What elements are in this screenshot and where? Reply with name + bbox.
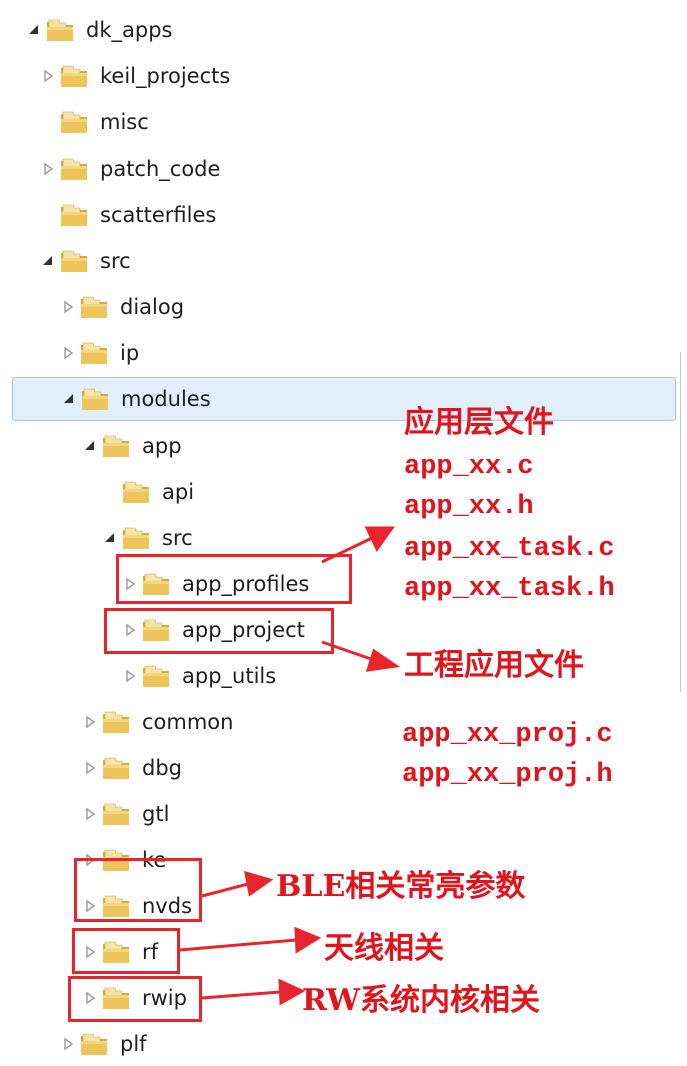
collapsed-arrow-icon[interactable] — [58, 1037, 78, 1051]
rf-note: 天线相关 — [324, 931, 444, 966]
folder-icon — [122, 526, 150, 550]
collapsed-arrow-icon[interactable] — [80, 715, 100, 729]
expanded-arrow-icon[interactable] — [80, 439, 100, 453]
tree-item-app[interactable]: app — [80, 424, 182, 468]
tree-item-src[interactable]: src — [38, 239, 131, 283]
collapsed-arrow-icon[interactable] — [58, 300, 78, 314]
tree-item-label: app — [142, 434, 182, 458]
app-layer-file: app_xx.c — [404, 452, 534, 482]
tree-item-misc[interactable]: misc — [38, 100, 149, 144]
tree-item-label: scatterfiles — [100, 203, 217, 227]
folder-icon — [142, 664, 170, 688]
tree-item-common[interactable]: common — [80, 700, 233, 744]
tree-item-label: src — [162, 526, 193, 550]
folder-icon — [60, 203, 88, 227]
expanded-arrow-icon[interactable] — [24, 23, 44, 37]
tree-item-api[interactable]: api — [100, 470, 194, 514]
folder-icon — [80, 1032, 108, 1056]
expanded-arrow-icon[interactable] — [38, 254, 58, 268]
folder-icon — [102, 434, 130, 458]
tree-item-ip[interactable]: ip — [58, 331, 139, 375]
tree-item-plf[interactable]: plf — [58, 1022, 147, 1066]
tree-item-app-utils[interactable]: app_utils — [120, 654, 276, 698]
tree-item-scatterfiles[interactable]: scatterfiles — [38, 193, 216, 237]
project-layer-title: 工程应用文件 — [404, 648, 584, 683]
folder-icon — [102, 756, 130, 780]
highlight-box-rf — [72, 928, 180, 974]
scrollbar-edge[interactable] — [680, 352, 681, 692]
tree-item-label: plf — [120, 1032, 147, 1056]
folder-icon — [80, 295, 108, 319]
folder-icon — [46, 18, 74, 42]
folder-icon — [122, 480, 150, 504]
folder-icon — [60, 249, 88, 273]
highlight-box-app-project — [104, 608, 334, 654]
tree-item-label: dbg — [142, 756, 182, 780]
collapsed-arrow-icon[interactable] — [80, 761, 100, 775]
folder-icon — [102, 710, 130, 734]
tree-item-label: misc — [100, 110, 149, 134]
expanded-arrow-icon[interactable] — [59, 392, 79, 406]
tree-item-modules[interactable]: modules — [12, 377, 676, 421]
highlight-box-app-profiles — [116, 554, 352, 604]
expanded-arrow-icon[interactable] — [100, 531, 120, 545]
folder-icon — [81, 387, 109, 411]
highlight-box-nvds — [74, 858, 202, 922]
tree-item-label: keil_projects — [100, 64, 231, 88]
collapsed-arrow-icon[interactable] — [38, 162, 58, 176]
collapsed-arrow-icon[interactable] — [120, 669, 140, 683]
project-layer-file: app_xx_proj.h — [402, 760, 613, 790]
tree-item-label: dk_apps — [86, 18, 173, 42]
collapsed-arrow-icon[interactable] — [58, 346, 78, 360]
tree-item-keil-projects[interactable]: keil_projects — [38, 54, 230, 98]
folder-icon — [60, 64, 88, 88]
tree-item-dbg[interactable]: dbg — [80, 746, 182, 790]
collapsed-arrow-icon[interactable] — [38, 69, 58, 83]
app-layer-title: 应用层文件 — [404, 405, 554, 440]
folder-icon — [102, 802, 130, 826]
tree-item-dk-apps[interactable]: dk_apps — [24, 8, 172, 52]
tree-item-label: api — [162, 480, 195, 504]
tree-item-label: gtl — [142, 802, 170, 826]
tree-item-gtl[interactable]: gtl — [80, 792, 169, 836]
nvds-note: BLE相关常亮参数 — [276, 869, 526, 904]
folder-icon — [60, 110, 88, 134]
tree-item-patch-code[interactable]: patch_code — [38, 147, 220, 191]
tree-item-label: ip — [120, 341, 140, 365]
rwip-note: RW系统内核相关 — [302, 983, 540, 1018]
tree-item-label: patch_code — [100, 157, 221, 181]
tree-item-label: app_utils — [182, 664, 277, 688]
collapsed-arrow-icon[interactable] — [80, 807, 100, 821]
tree-item-label: common — [142, 710, 234, 734]
project-layer-file: app_xx_proj.c — [402, 720, 613, 750]
highlight-box-rwip — [68, 976, 202, 1022]
app-layer-file: app_xx.h — [404, 492, 534, 522]
app-layer-file: app_xx_task.c — [404, 534, 615, 564]
tree-item-label: src — [100, 249, 131, 273]
tree-item-dialog[interactable]: dialog — [58, 285, 184, 329]
app-layer-file: app_xx_task.h — [404, 574, 615, 604]
folder-icon — [80, 341, 108, 365]
tree-item-label: dialog — [120, 295, 185, 319]
tree-item-label: modules — [121, 387, 211, 411]
folder-icon — [60, 157, 88, 181]
